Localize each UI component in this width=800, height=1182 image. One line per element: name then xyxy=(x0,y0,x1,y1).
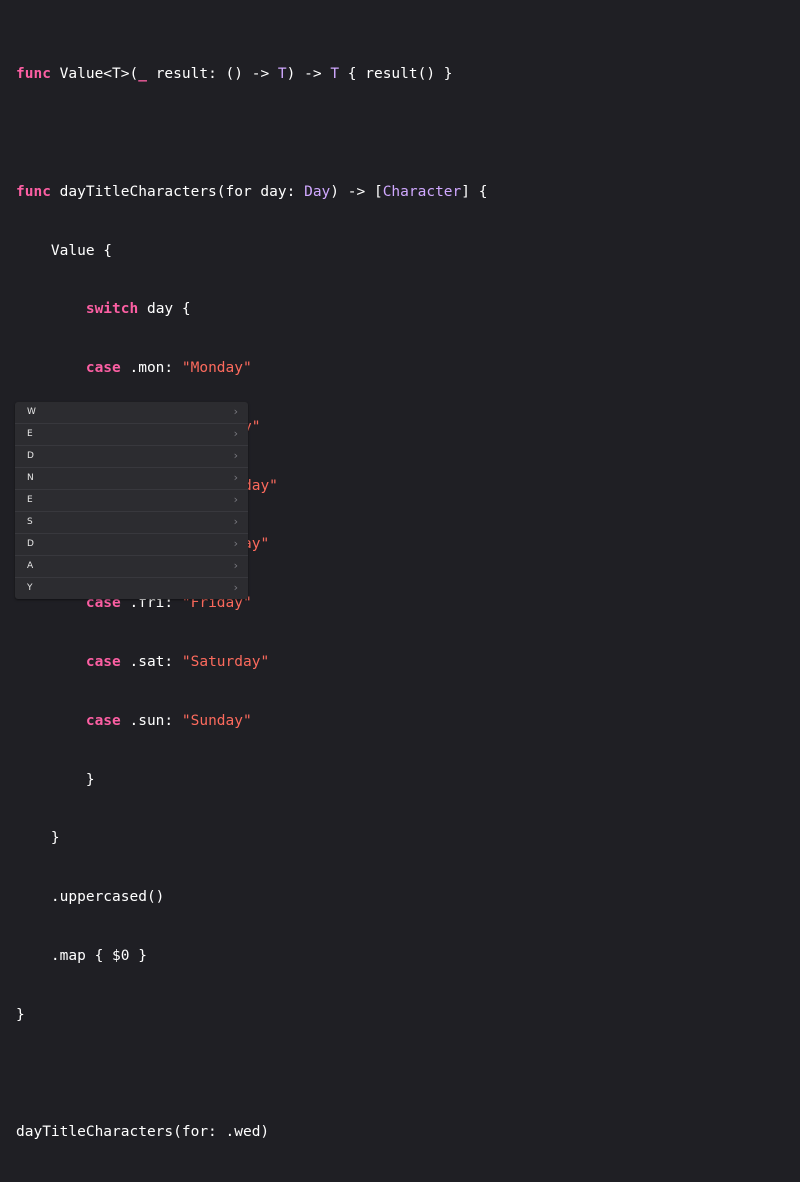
result-row[interactable]: E › xyxy=(15,424,248,446)
code-line-6: case .mon: "Monday" xyxy=(16,359,487,379)
code-line-11: case .sat: "Saturday" xyxy=(16,653,487,673)
result-value: E xyxy=(27,429,33,439)
chevron-right-icon[interactable]: › xyxy=(234,493,238,506)
chevron-right-icon[interactable]: › xyxy=(234,515,238,528)
result-value: E xyxy=(27,495,33,505)
code-token: result: () -> xyxy=(146,66,278,83)
result-value: Y xyxy=(27,583,33,593)
inline-result-panel: W › E › D › N › E › S › D › A › Y › xyxy=(15,402,248,599)
result-row[interactable]: D › xyxy=(15,534,248,556)
code-editor[interactable]: func Value<T>(_ result: () -> T) -> T { … xyxy=(0,0,800,1140)
keyword-token: case xyxy=(85,712,121,729)
result-value: W xyxy=(27,407,36,417)
code-token: } xyxy=(16,771,95,788)
code-token: .map { $0 } xyxy=(16,947,147,964)
code-token: dayTitleCharacters(for day: xyxy=(50,183,305,200)
type-token: T xyxy=(330,66,340,83)
code-token: .mon: xyxy=(120,360,182,377)
code-token: day { xyxy=(138,301,191,318)
keyword-token: switch xyxy=(85,301,139,318)
keyword-token: _ xyxy=(138,66,147,83)
string-token: "Saturday" xyxy=(181,654,270,670)
keyword-token: case xyxy=(85,654,121,670)
keyword-token: func xyxy=(16,66,51,83)
result-row[interactable]: S › xyxy=(15,512,248,534)
string-token: "Monday" xyxy=(181,360,252,377)
result-value: S xyxy=(27,517,33,527)
chevron-right-icon[interactable]: › xyxy=(234,449,238,462)
keyword-token: case xyxy=(85,360,121,377)
result-value: D xyxy=(27,539,34,549)
chevron-right-icon[interactable]: › xyxy=(234,427,238,440)
type-token: Day xyxy=(304,183,331,200)
string-token: "Sunday" xyxy=(181,712,252,729)
result-value: A xyxy=(27,561,34,571)
chevron-right-icon[interactable]: › xyxy=(234,559,238,572)
result-row[interactable]: W › xyxy=(15,402,248,424)
code-token: Value<T>( xyxy=(50,66,139,83)
code-token: } xyxy=(16,1006,25,1023)
code-line-1: func Value<T>(_ result: () -> T) -> T { … xyxy=(16,65,487,85)
code-line-17: } xyxy=(16,1006,487,1026)
code-line-12: case .sun: "Sunday" xyxy=(16,712,487,732)
chevron-right-icon[interactable]: › xyxy=(234,405,238,418)
code-line-13: } xyxy=(16,771,487,791)
code-line-14: } xyxy=(16,829,487,849)
code-line-5: switch day { xyxy=(16,300,487,320)
type-token: Character xyxy=(382,183,462,200)
keyword-token: func xyxy=(16,183,51,200)
source-code[interactable]: func Value<T>(_ result: () -> T) -> T { … xyxy=(16,26,487,1182)
result-row[interactable]: E › xyxy=(15,490,248,512)
code-token: Value { xyxy=(16,242,113,259)
code-token: .uppercased() xyxy=(16,889,165,906)
code-line-19: dayTitleCharacters(for: .wed) xyxy=(16,1123,487,1143)
type-token: T xyxy=(277,66,287,83)
chevron-right-icon[interactable]: › xyxy=(234,537,238,550)
code-token: .sat: xyxy=(120,654,182,670)
code-token: ) -> [ xyxy=(330,183,383,200)
code-token: dayTitleCharacters(for: .wed) xyxy=(16,1124,270,1141)
result-row[interactable]: A › xyxy=(15,556,248,578)
chevron-right-icon[interactable]: › xyxy=(234,471,238,484)
code-token: ] { xyxy=(461,183,488,200)
result-value: N xyxy=(27,473,34,483)
result-row[interactable]: Y › xyxy=(15,578,248,599)
code-line-16: .map { $0 } xyxy=(16,947,487,967)
code-line-3: func dayTitleCharacters(for day: Day) ->… xyxy=(16,183,487,203)
result-value: D xyxy=(27,451,34,461)
code-token: } xyxy=(16,830,60,847)
code-line-15: .uppercased() xyxy=(16,888,487,908)
result-row[interactable]: D › xyxy=(15,446,248,468)
chevron-right-icon[interactable]: › xyxy=(234,581,238,594)
result-row[interactable]: N › xyxy=(15,468,248,490)
code-line-4: Value { xyxy=(16,242,487,262)
code-token: { result() } xyxy=(339,66,453,83)
code-token: ) -> xyxy=(286,66,331,83)
code-token: .sun: xyxy=(120,712,182,729)
